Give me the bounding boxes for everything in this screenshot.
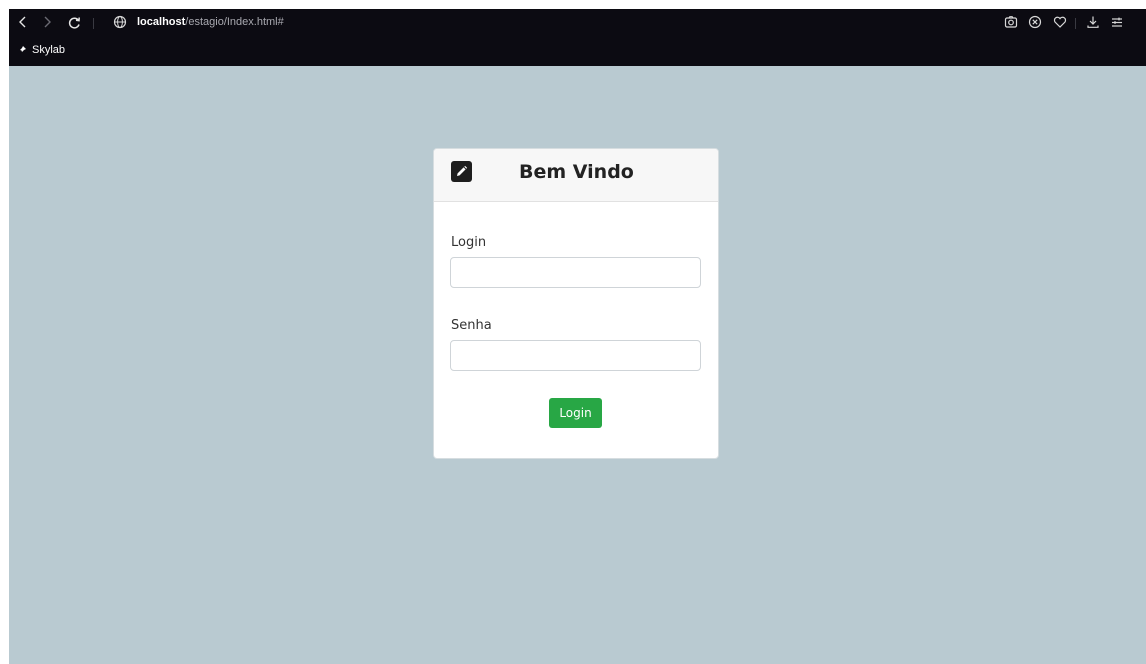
globe-icon[interactable]	[113, 15, 127, 29]
reload-icon[interactable]	[64, 12, 84, 32]
heart-icon[interactable]	[1053, 15, 1067, 29]
download-icon[interactable]	[1086, 15, 1100, 29]
browser-toolbar: localhost/estagio/Index.html#	[9, 9, 1146, 37]
toolbar-separator	[1075, 18, 1076, 29]
password-input[interactable]	[450, 340, 701, 371]
login-button[interactable]: Login	[549, 398, 602, 428]
password-label: Senha	[451, 318, 492, 333]
bookmarks-bar: Skylab	[9, 37, 1146, 66]
login-card: Bem Vindo Login Senha Login	[433, 148, 719, 459]
camera-icon[interactable]	[1004, 15, 1018, 29]
bookmark-skylab[interactable]: Skylab	[17, 44, 65, 56]
url-host: localhost	[137, 16, 186, 28]
card-header: Bem Vindo	[434, 149, 718, 202]
address-bar[interactable]: localhost/estagio/Index.html#	[137, 16, 284, 28]
browser-window: localhost/estagio/Index.html# Skylab Bem…	[9, 9, 1146, 664]
shield-x-icon[interactable]	[1028, 15, 1042, 29]
bookmark-label: Skylab	[32, 44, 66, 56]
login-label: Login	[451, 235, 487, 250]
page-title: Bem Vindo	[519, 161, 634, 183]
toolbar-separator	[93, 18, 94, 29]
browser-chrome: localhost/estagio/Index.html# Skylab	[9, 9, 1146, 66]
back-arrow-icon[interactable]	[13, 12, 33, 32]
url-path: /estagio/Index.html#	[185, 16, 284, 28]
forward-arrow-icon[interactable]	[37, 12, 57, 32]
sliders-menu-icon[interactable]	[1110, 15, 1124, 29]
pencil-edit-icon	[451, 161, 472, 182]
pin-icon	[18, 46, 26, 54]
login-input[interactable]	[450, 257, 701, 288]
